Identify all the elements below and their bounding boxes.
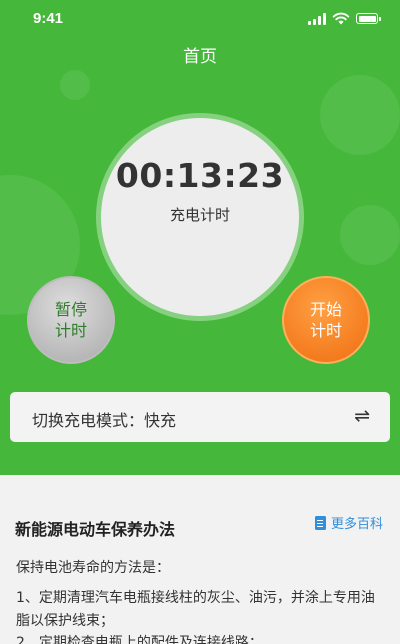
timer-circle: 00:13:23 充电计时 (101, 118, 299, 316)
article-paragraph: 2、定期检查电瓶上的配件及连接线路； (16, 635, 263, 644)
hero-section: 9:41 首页 00:13:23 充电计时 暂停计时 开始计时 切换充电模式：快… (0, 0, 400, 475)
status-time: 9:41 (33, 10, 64, 27)
document-icon (314, 515, 326, 530)
more-link-label: 更多百科 (330, 517, 383, 532)
cellular-signal-icon (308, 12, 326, 25)
wifi-icon (332, 12, 350, 25)
charge-mode-label: 切换充电模式：快充 (32, 411, 177, 430)
battery-icon (356, 13, 381, 24)
status-icons (308, 12, 381, 25)
start-timer-button[interactable]: 开始计时 (282, 276, 370, 364)
decorative-bubble (320, 75, 400, 155)
article-section: 新能源电动车保养办法 更多百科 保持电池寿命的方法是： 1、定期清理汽车电瓶接线… (0, 475, 400, 644)
timer-value: 00:13:23 (115, 156, 285, 195)
pause-timer-button[interactable]: 暂停计时 (27, 276, 115, 364)
pause-timer-label: 暂停计时 (54, 300, 87, 340)
article-paragraph: 1、定期清理汽车电瓶接线柱的灰尘、油污，并涂上专用油脂以保护线束； (16, 590, 375, 629)
swap-arrows-icon[interactable]: ⇌ (354, 405, 370, 427)
start-timer-label: 开始计时 (309, 300, 342, 340)
charge-mode-switch[interactable]: 切换充电模式：快充 ⇌ (10, 392, 390, 442)
more-encyclopedia-link[interactable]: 更多百科 (314, 513, 383, 532)
decorative-bubble (340, 205, 400, 265)
article-intro: 保持电池寿命的方法是： (16, 560, 170, 576)
page-title: 首页 (183, 47, 217, 67)
timer-label: 充电计时 (169, 206, 230, 224)
article-title: 新能源电动车保养办法 (15, 520, 176, 539)
decorative-bubble (60, 70, 90, 100)
status-bar: 9:41 (0, 0, 400, 38)
